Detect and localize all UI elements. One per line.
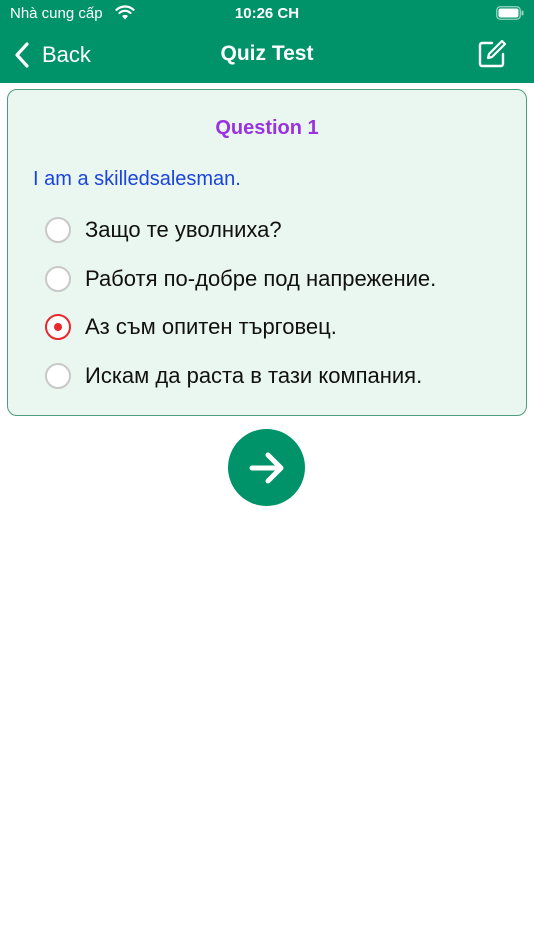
answer-option-label: Защо те уволниха? xyxy=(85,217,282,242)
answer-option-2[interactable]: Работя по-добре под напрежение. xyxy=(45,259,436,299)
status-time: 10:26 CH xyxy=(234,5,300,22)
question-text: I am a skilledsalesman. xyxy=(33,168,241,190)
answer-option-label: Работя по-добре под напрежение. xyxy=(85,266,437,291)
question-card: Question 1 I am a skilledsalesman. Защо … xyxy=(7,89,527,416)
radio-button[interactable] xyxy=(45,363,71,389)
radio-button[interactable] xyxy=(45,217,71,243)
radio-selected-dot xyxy=(54,323,62,331)
edit-icon xyxy=(478,39,507,68)
radio-button[interactable] xyxy=(45,266,71,292)
answer-option-1[interactable]: Защо те уволниха? xyxy=(45,210,282,250)
edit-button[interactable] xyxy=(476,38,508,70)
answer-option-4[interactable]: Искам да раста в тази компания. xyxy=(45,356,422,396)
navigation-bar: Back Quiz Test xyxy=(0,30,534,80)
chevron-left-icon xyxy=(15,42,29,68)
back-button[interactable]: Back xyxy=(14,38,91,72)
question-title: Question 1 xyxy=(215,117,319,139)
back-label: Back xyxy=(42,42,91,67)
app-header: Nhà cung cấp 10:26 CH Back Quiz Test xyxy=(0,0,534,83)
answer-option-label: Аз съм опитен търговец. xyxy=(85,314,337,339)
next-question-button[interactable] xyxy=(228,429,305,506)
status-bar: Nhà cung cấp 10:26 CH xyxy=(0,0,534,28)
answer-option-label: Искам да раста в тази компания. xyxy=(85,363,423,388)
battery-icon xyxy=(496,6,524,20)
arrow-right-icon xyxy=(249,452,283,483)
radio-button-selected[interactable] xyxy=(45,314,71,340)
answer-option-3[interactable]: Аз съм опитен търговец. xyxy=(45,307,337,347)
